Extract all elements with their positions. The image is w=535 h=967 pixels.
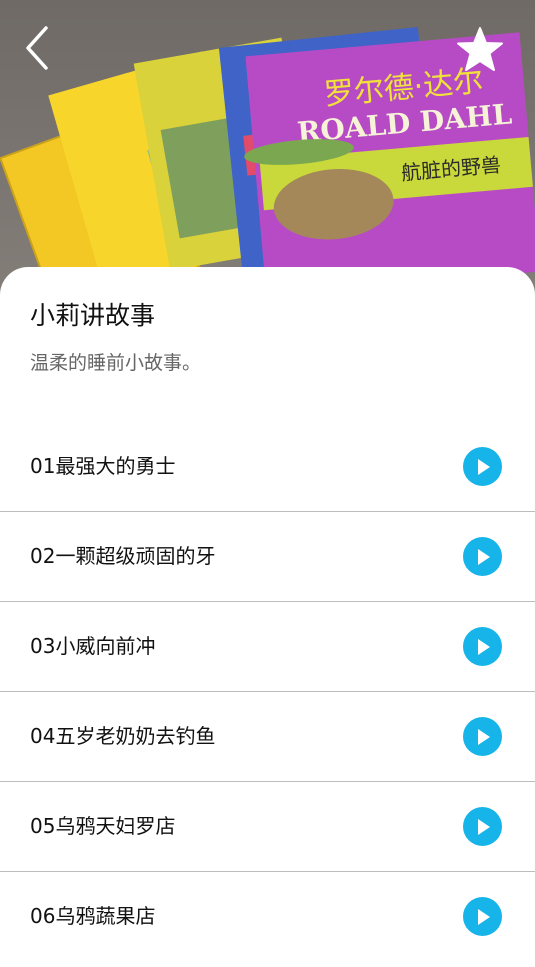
episode-item[interactable]: 02一颗超级顽固的牙 — [0, 512, 535, 602]
star-icon — [457, 27, 503, 71]
play-icon — [477, 548, 490, 565]
episode-title: 02一颗超级顽固的牙 — [30, 544, 216, 568]
book-cover-illustration: 罗尔德·达尔 ROALD DAHL 航脏的野兽 — [0, 27, 535, 300]
favorite-button[interactable] — [456, 26, 508, 78]
episode-item[interactable]: 05乌鸦天妇罗店 — [0, 782, 535, 872]
play-button[interactable] — [463, 717, 502, 756]
play-button[interactable] — [463, 627, 502, 666]
play-icon — [477, 638, 490, 655]
play-icon — [477, 908, 490, 925]
play-icon — [477, 728, 490, 745]
episode-title: 01最强大的勇士 — [30, 454, 176, 478]
episode-title: 04五岁老奶奶去钓鱼 — [30, 724, 216, 748]
episode-item[interactable]: 01最强大的勇士 — [0, 422, 535, 512]
play-button[interactable] — [463, 807, 502, 846]
play-icon — [477, 458, 490, 475]
play-button[interactable] — [463, 447, 502, 486]
album-title: 小莉讲故事 — [30, 301, 156, 330]
episode-list: 01最强大的勇士 02一颗超级顽固的牙 03小威向前冲 04五岁老奶奶去钓鱼 0… — [0, 422, 535, 962]
episode-item[interactable]: 04五岁老奶奶去钓鱼 — [0, 692, 535, 782]
back-button[interactable] — [22, 24, 68, 80]
header-cover-image: 罗尔德·达尔 ROALD DAHL 航脏的野兽 — [0, 0, 535, 300]
episode-title: 03小威向前冲 — [30, 634, 156, 658]
play-icon — [477, 818, 490, 835]
episode-item[interactable]: 06乌鸦蔬果店 — [0, 872, 535, 962]
episode-title: 05乌鸦天妇罗店 — [30, 814, 176, 838]
episode-title: 06乌鸦蔬果店 — [30, 904, 156, 928]
episode-item[interactable]: 03小威向前冲 — [0, 602, 535, 692]
chevron-left-icon — [26, 26, 48, 70]
album-description: 温柔的睡前小故事。 — [30, 352, 202, 374]
play-button[interactable] — [463, 537, 502, 576]
play-button[interactable] — [463, 897, 502, 936]
